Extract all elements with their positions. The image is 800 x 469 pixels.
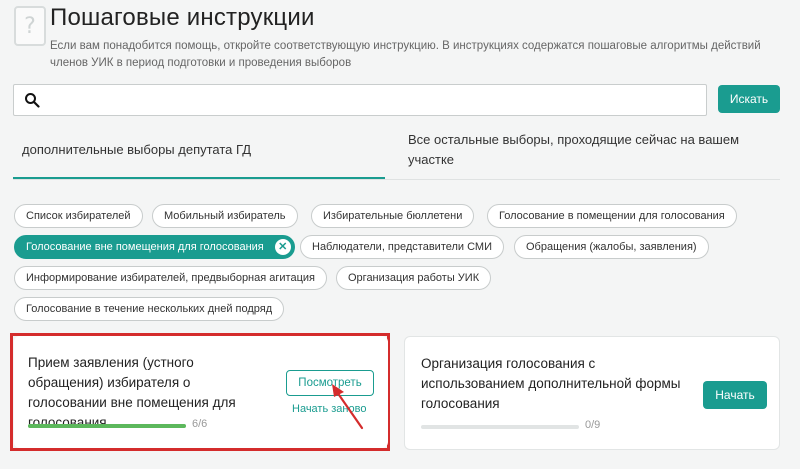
tab-divider <box>13 179 780 180</box>
progress-bar <box>421 425 579 429</box>
chip-voting-outside-premises[interactable]: Голосование вне помещения для голосовани… <box>14 235 295 259</box>
progress-fill <box>28 424 186 428</box>
instruction-card: Организация голосования с использованием… <box>404 336 780 450</box>
chip-label: Голосование вне помещения для голосовани… <box>26 241 264 253</box>
search-button[interactable]: Искать <box>718 85 780 113</box>
chip-voting-in-premises[interactable]: Голосование в помещении для голосования <box>487 204 737 228</box>
search-box[interactable] <box>13 84 707 116</box>
card-title: Организация голосования с использованием… <box>421 356 681 411</box>
active-tab-indicator <box>13 177 385 179</box>
page-title: Пошаговые инструкции <box>50 4 315 31</box>
instructions-page: ? Пошаговые инструкции Если вам понадоби… <box>0 0 800 469</box>
chip-voter-list[interactable]: Список избирателей <box>14 204 143 228</box>
chip-appeals[interactable]: Обращения (жалобы, заявления) <box>514 235 709 259</box>
chip-commission-work[interactable]: Организация работы УИК <box>336 266 492 290</box>
intro-text: Если вам понадобится помощь, откройте со… <box>50 40 761 69</box>
progress-bar <box>28 424 186 428</box>
chip-voter-information[interactable]: Информирование избирателей, предвыборная… <box>14 266 327 290</box>
tab-additional-elections[interactable]: дополнительные выборы депутата ГД <box>22 140 251 160</box>
pointer-arrow-icon <box>332 384 364 430</box>
start-button[interactable]: Начать <box>703 381 767 409</box>
chip-ballots[interactable]: Избирательные бюллетени <box>311 204 475 228</box>
help-icon: ? <box>14 6 46 46</box>
chip-observers-media[interactable]: Наблюдатели, представители СМИ <box>300 235 504 259</box>
chip-mobile-voter[interactable]: Мобильный избиратель <box>152 204 298 228</box>
tab-other-elections[interactable]: Все остальные выборы, проходящие сейчас … <box>408 130 748 170</box>
progress-count: 6/6 <box>192 418 208 430</box>
card-title: Прием заявления (устного обращения) изби… <box>28 355 236 430</box>
close-icon[interactable]: ✕ <box>274 239 291 255</box>
search-icon <box>25 93 40 108</box>
progress-count: 0/9 <box>585 419 601 431</box>
search-input[interactable] <box>48 87 698 113</box>
chip-multi-day-voting[interactable]: Голосование в течение нескольких дней по… <box>14 297 285 321</box>
